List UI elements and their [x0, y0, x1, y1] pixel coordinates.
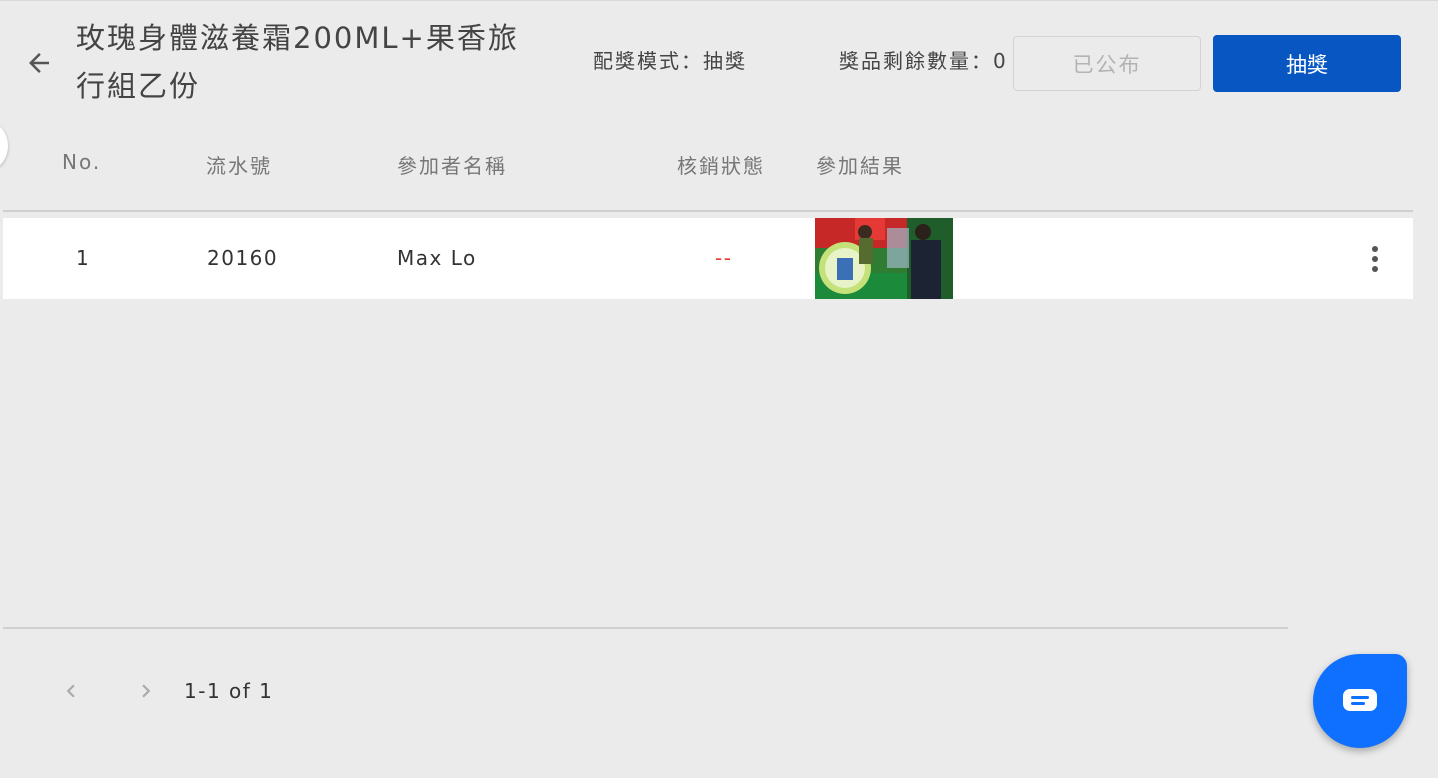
- pagination-next-button[interactable]: [133, 678, 159, 704]
- chevron-right-icon: [142, 684, 151, 698]
- back-button[interactable]: [18, 42, 60, 84]
- published-button-label: 已公布: [1072, 52, 1142, 77]
- column-header-status: 核銷狀態: [677, 154, 765, 178]
- draw-button[interactable]: 抽獎: [1213, 35, 1401, 92]
- row-status: --: [715, 246, 733, 270]
- pagination-prev-button[interactable]: [58, 678, 84, 704]
- page: 玫瑰身體滋養霜200ML+果香旅行組乙份 配獎模式：抽獎 獎品剩餘數量：0 已公…: [0, 0, 1438, 778]
- chat-icon: [1343, 689, 1377, 711]
- footer-divider: [3, 627, 1288, 629]
- row-serial: 20160: [207, 246, 279, 270]
- column-header-serial: 流水號: [206, 154, 272, 178]
- mode-label: 配獎模式：抽獎: [593, 49, 747, 73]
- arrow-left-icon: [29, 53, 49, 73]
- published-button[interactable]: 已公布: [1013, 36, 1201, 91]
- top-divider: [0, 0, 1438, 1]
- chat-button[interactable]: [1313, 654, 1407, 748]
- result-photo-thumbnail[interactable]: [815, 218, 953, 299]
- more-vert-icon[interactable]: [1369, 246, 1381, 272]
- column-header-participant: 參加者名稱: [397, 154, 507, 178]
- page-title: 玫瑰身體滋養霜200ML+果香旅行組乙份: [76, 21, 519, 103]
- row-participant: Max Lo: [397, 246, 477, 270]
- table-header-divider: [3, 210, 1413, 212]
- pagination-range: 1-1 of 1: [184, 679, 274, 703]
- draw-button-label: 抽獎: [1286, 52, 1328, 77]
- remaining-quantity-label: 獎品剩餘數量：0: [839, 49, 1008, 73]
- column-header-no: No.: [62, 150, 102, 174]
- table-row[interactable]: 1 20160 Max Lo --: [3, 218, 1413, 299]
- row-no: 1: [76, 246, 91, 270]
- side-handle[interactable]: [0, 122, 8, 170]
- column-header-result: 參加結果: [816, 154, 904, 178]
- chevron-left-icon: [66, 684, 75, 698]
- result-photo: [815, 218, 953, 299]
